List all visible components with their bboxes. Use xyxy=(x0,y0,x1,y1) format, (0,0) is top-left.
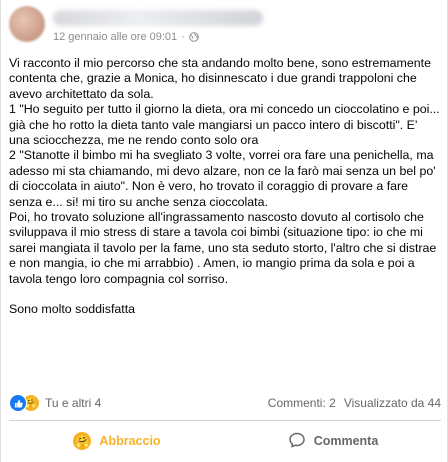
globe-icon xyxy=(189,32,199,42)
post-stats: 🤗 Tu e altri 4 Commenti: 2 Visualizzato … xyxy=(9,393,441,413)
post-actions: 🤗 Abbraccio Commenta xyxy=(9,424,441,458)
comment-button[interactable]: Commenta xyxy=(225,424,441,458)
views-count[interactable]: Visualizzato da 44 xyxy=(344,396,441,410)
stats-right: Commenti: 2 Visualizzato da 44 xyxy=(268,396,441,410)
react-button[interactable]: 🤗 Abbraccio xyxy=(9,424,225,458)
post-meta: 12 gennaio alle ore 09:01 · xyxy=(53,31,199,43)
reactions-summary[interactable]: 🤗 Tu e altri 4 xyxy=(9,394,101,412)
avatar[interactable] xyxy=(9,6,45,42)
post-header: 12 gennaio alle ore 09:01 · xyxy=(1,0,448,48)
reactions-label[interactable]: Tu e altri 4 xyxy=(45,396,101,410)
post-timestamp[interactable]: 12 gennaio alle ore 09:01 xyxy=(53,31,177,43)
post-paragraph: Vi racconto il mio percorso che sta anda… xyxy=(9,56,440,286)
care-icon: 🤗 xyxy=(73,432,92,450)
post-paragraph: Sono molto soddisfatta xyxy=(9,302,136,317)
divider xyxy=(9,420,441,421)
post-card: 12 gennaio alle ore 09:01 · Vi racconto … xyxy=(0,0,448,462)
author-name-redacted[interactable] xyxy=(53,10,263,26)
post-body: Vi racconto il mio percorso che sta anda… xyxy=(9,56,441,318)
comments-count[interactable]: Commenti: 2 xyxy=(268,396,336,410)
like-icon xyxy=(9,394,27,412)
react-button-label: Abbraccio xyxy=(99,434,161,448)
meta-separator: · xyxy=(181,31,185,43)
comment-icon xyxy=(288,431,306,452)
comment-button-label: Commenta xyxy=(313,434,379,448)
